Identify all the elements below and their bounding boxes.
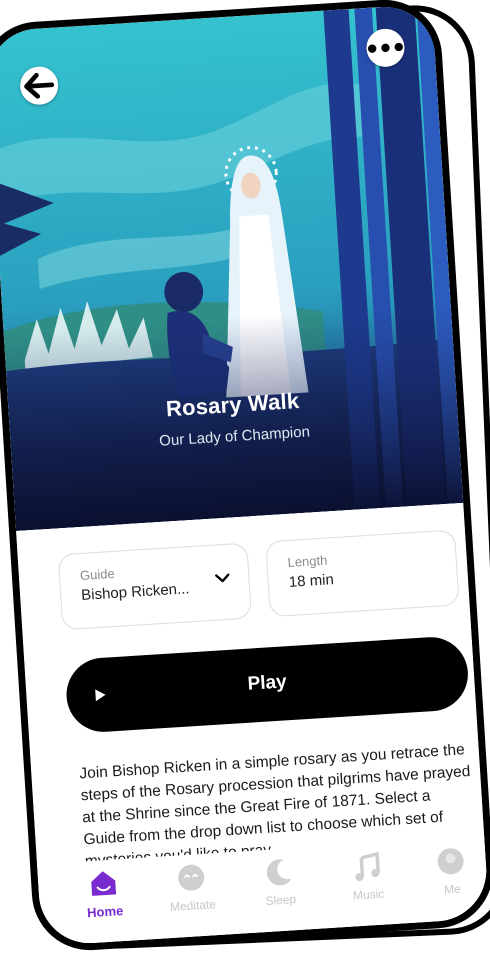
nav-meditate[interactable]: Meditate (155, 859, 228, 915)
guide-value: Bishop Ricken... (80, 580, 190, 605)
profile-icon (437, 848, 464, 875)
back-button[interactable] (19, 65, 60, 106)
nav-sleep-label: Sleep (265, 892, 297, 909)
nav-home[interactable]: Home (67, 864, 140, 921)
home-icon (91, 871, 117, 896)
detail-panel: Guide Bishop Ricken... Length 18 min Pla… (16, 502, 490, 947)
phone-screen: Rosary Walk Our Lady of Champion Guide B… (0, 0, 490, 954)
play-label: Play (246, 671, 288, 695)
guide-dropdown[interactable]: Guide Bishop Ricken... (57, 542, 253, 631)
nav-meditate-label: Meditate (169, 897, 217, 915)
more-options-button[interactable] (365, 27, 406, 68)
music-note-icon (355, 851, 381, 882)
nav-me[interactable]: Me (415, 842, 488, 898)
hero-illustration: Rosary Walk Our Lady of Champion (0, 3, 464, 531)
ellipsis-icon (368, 42, 403, 53)
nav-home-label: Home (86, 903, 124, 921)
nav-music[interactable]: Music (331, 847, 404, 903)
nav-sleep[interactable]: Sleep (243, 853, 316, 909)
nav-music-label: Music (352, 886, 385, 903)
meditate-icon (178, 864, 205, 891)
moon-icon (266, 859, 292, 886)
length-display: Length 18 min (265, 529, 460, 618)
session-options: Guide Bishop Ricken... Length 18 min (57, 529, 462, 631)
nav-me-label: Me (443, 881, 462, 897)
arrow-left-icon (24, 72, 55, 99)
length-value: 18 min (288, 571, 335, 591)
play-button[interactable]: Play (64, 634, 471, 735)
chevron-down-icon (215, 573, 230, 583)
